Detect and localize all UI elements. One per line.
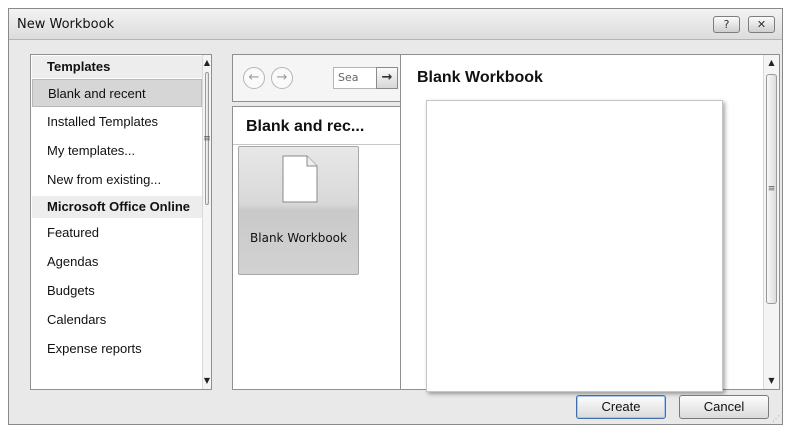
grip-icon: ≡	[767, 184, 776, 194]
window-title: New Workbook	[17, 17, 115, 32]
category-budgets[interactable]: Budgets	[32, 277, 202, 305]
gallery-header: Blank and rec...	[233, 107, 400, 145]
search-go-button[interactable]: →	[376, 67, 398, 89]
search-input[interactable]: Sea	[333, 67, 377, 89]
help-button[interactable]: ?	[713, 16, 740, 33]
resize-grip-icon[interactable]: ⋰	[772, 415, 780, 423]
right-arrow-icon: →	[381, 70, 393, 85]
scroll-up-icon[interactable]: ▲	[203, 55, 211, 71]
scroll-down-icon[interactable]: ▼	[203, 373, 211, 389]
template-label: Blank Workbook	[250, 231, 347, 245]
create-button[interactable]: Create	[576, 395, 666, 419]
preview-scrollbar[interactable]: ▲ ≡ ▼	[763, 55, 779, 389]
category-agendas[interactable]: Agendas	[32, 248, 202, 276]
left-scrollbar[interactable]: ▲ ≡ ▼	[202, 55, 211, 389]
cancel-button[interactable]: Cancel	[679, 395, 769, 419]
back-arrow-icon[interactable]: ←	[243, 67, 265, 89]
preview-title: Blank Workbook	[417, 69, 543, 86]
title-bar[interactable]: New Workbook ? ✕	[9, 9, 782, 40]
scroll-thumb[interactable]: ≡	[766, 74, 777, 304]
category-my-templates[interactable]: My templates...	[32, 137, 202, 165]
category-installed-templates[interactable]: Installed Templates	[32, 108, 202, 136]
preview-page	[426, 100, 723, 392]
scroll-down-icon[interactable]: ▼	[764, 373, 779, 389]
grip-icon: ≡	[203, 133, 211, 144]
navigation-bar: ← → Sea →	[232, 54, 401, 102]
template-categories-list: Templates Blank and recent Installed Tem…	[30, 54, 212, 390]
section-header-office-online: Microsoft Office Online	[32, 196, 202, 218]
new-workbook-dialog: New Workbook ? ✕ Templates Blank and rec…	[8, 8, 783, 425]
category-calendars[interactable]: Calendars	[32, 306, 202, 334]
document-icon	[282, 155, 318, 203]
category-expense-reports[interactable]: Expense reports	[32, 335, 202, 363]
section-header-templates: Templates	[32, 56, 202, 78]
scroll-thumb[interactable]: ≡	[203, 72, 211, 205]
preview-pane: Blank Workbook ▲ ≡ ▼	[400, 54, 780, 392]
scroll-up-icon[interactable]: ▲	[764, 55, 779, 71]
template-blank-workbook[interactable]: Blank Workbook	[238, 146, 359, 275]
forward-arrow-icon[interactable]: →	[271, 67, 293, 89]
templates-gallery: Blank and rec... Blank Workbook	[232, 106, 401, 390]
category-blank-and-recent[interactable]: Blank and recent	[32, 79, 202, 107]
category-new-from-existing[interactable]: New from existing...	[32, 166, 202, 194]
category-featured[interactable]: Featured	[32, 219, 202, 247]
close-button[interactable]: ✕	[748, 16, 775, 33]
